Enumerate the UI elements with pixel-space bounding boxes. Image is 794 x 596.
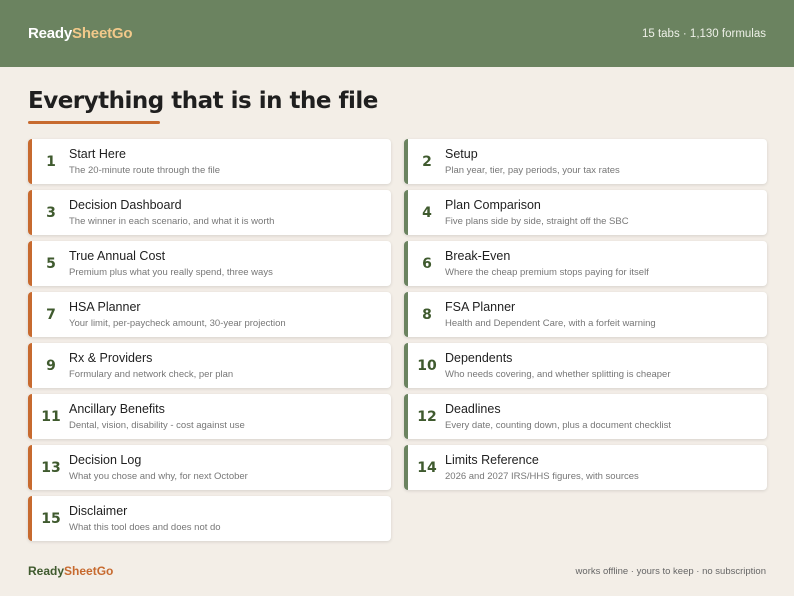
tab-card-rx-providers[interactable]: 9 Rx & Providers Formulary and network ch… xyxy=(28,343,391,388)
card-accent-bar xyxy=(28,445,32,490)
brand-logo-part1: Ready xyxy=(28,25,73,42)
card-accent-bar xyxy=(28,190,32,235)
tab-number: 10 xyxy=(417,357,437,374)
brand-logo-part2: SheetGo xyxy=(72,25,133,42)
card-accent-bar xyxy=(404,241,408,286)
tab-number: 2 xyxy=(422,153,432,170)
tab-description: What you chose and why, for next October xyxy=(69,471,248,482)
tab-name: Deadlines xyxy=(445,402,501,416)
card-accent-bar xyxy=(404,394,408,439)
tab-description: Formulary and network check, per plan xyxy=(69,369,234,380)
tab-name: FSA Planner xyxy=(445,300,516,314)
tab-name: Limits Reference xyxy=(445,453,539,467)
tab-card-decision-log[interactable]: 13 Decision Log What you chose and why, f… xyxy=(28,445,391,490)
tab-description: Premium plus what you really spend, thre… xyxy=(69,267,273,278)
tab-name: Ancillary Benefits xyxy=(69,402,165,416)
card-accent-bar xyxy=(28,343,32,388)
tab-card-start-here[interactable]: 1 Start Here The 20-minute route through … xyxy=(28,139,391,184)
tab-number: 8 xyxy=(422,306,432,323)
tab-description: The 20-minute route through the file xyxy=(69,165,221,176)
tab-card-dependents[interactable]: 10 Dependents Who needs covering, and whe… xyxy=(404,343,767,388)
tab-card-decision-dashboard[interactable]: 3 Decision Dashboard The winner in each s… xyxy=(28,190,391,235)
tab-description: 2026 and 2027 IRS/HHS figures, with sour… xyxy=(445,471,639,482)
tab-name: True Annual Cost xyxy=(69,249,166,263)
tab-name: Setup xyxy=(445,147,478,161)
page-title: Everything that is in the file xyxy=(28,88,378,114)
tab-description: Who needs covering, and whether splittin… xyxy=(445,369,671,380)
card-accent-bar xyxy=(404,343,408,388)
brand-logo: ReadySheetGo xyxy=(28,25,133,42)
tab-card-deadlines[interactable]: 12 Deadlines Every date, counting down, p… xyxy=(404,394,767,439)
tab-card-true-annual-cost[interactable]: 5 True Annual Cost Premium plus what you … xyxy=(28,241,391,286)
tab-number: 6 xyxy=(422,255,432,272)
tab-description: The winner in each scenario, and what it… xyxy=(69,216,275,227)
tab-name: HSA Planner xyxy=(69,300,141,314)
top-bar: ReadySheetGo 15 tabs · 1,130 formulas xyxy=(0,0,794,67)
tab-number: 1 xyxy=(46,153,56,170)
tab-card-disclaimer[interactable]: 15 Disclaimer What this tool does and doe… xyxy=(28,496,391,541)
tab-number: 15 xyxy=(41,510,61,527)
tab-description: Five plans side by side, straight off th… xyxy=(445,216,629,227)
tab-description: Where the cheap premium stops paying for… xyxy=(445,267,649,278)
tab-description: Every date, counting down, plus a docume… xyxy=(445,420,672,431)
tab-name: Start Here xyxy=(69,147,126,161)
tab-name: Dependents xyxy=(445,351,513,365)
footer-brand-logo: ReadySheetGo xyxy=(28,564,113,578)
file-stats: 15 tabs · 1,130 formulas xyxy=(641,27,766,40)
tab-card-limits-reference[interactable]: 14 Limits Reference 2026 and 2027 IRS/HHS… xyxy=(404,445,767,490)
tab-number: 4 xyxy=(422,204,432,221)
card-accent-bar xyxy=(28,394,32,439)
tab-name: Plan Comparison xyxy=(445,198,541,212)
tab-number: 5 xyxy=(46,255,56,272)
card-accent-bar xyxy=(28,292,32,337)
tab-card-fsa-planner[interactable]: 8 FSA Planner Health and Dependent Care, … xyxy=(404,292,767,337)
tab-number: 11 xyxy=(41,408,61,425)
card-accent-bar xyxy=(28,139,32,184)
footer-note: works offline · yours to keep · no subsc… xyxy=(575,566,766,577)
card-accent-bar xyxy=(404,139,408,184)
tab-number: 12 xyxy=(417,408,437,425)
footer-brand-part2: SheetGo xyxy=(64,564,114,578)
tab-name: Break-Even xyxy=(445,249,511,263)
tab-description: Health and Dependent Care, with a forfei… xyxy=(445,318,656,329)
tab-card-ancillary-benefits[interactable]: 11 Ancillary Benefits Dental, vision, dis… xyxy=(28,394,391,439)
tab-card-plan-comparison[interactable]: 4 Plan Comparison Five plans side by side… xyxy=(404,190,767,235)
title-underline xyxy=(28,121,160,124)
tab-number: 3 xyxy=(46,204,56,221)
card-accent-bar xyxy=(404,190,408,235)
tab-card-hsa-planner[interactable]: 7 HSA Planner Your limit, per-paycheck am… xyxy=(28,292,391,337)
card-accent-bar xyxy=(404,445,408,490)
tab-number: 9 xyxy=(46,357,56,374)
tab-name: Decision Log xyxy=(69,453,142,467)
tab-description: Plan year, tier, pay periods, your tax r… xyxy=(445,165,620,176)
card-accent-bar xyxy=(28,496,32,541)
card-accent-bar xyxy=(28,241,32,286)
footer-brand-part1: Ready xyxy=(28,564,65,578)
tab-name: Decision Dashboard xyxy=(69,198,182,212)
tab-number: 7 xyxy=(46,306,56,323)
tab-name: Rx & Providers xyxy=(69,351,153,365)
tab-number: 13 xyxy=(41,459,61,476)
tab-card-setup[interactable]: 2 Setup Plan year, tier, pay periods, you… xyxy=(404,139,767,184)
card-accent-bar xyxy=(404,292,408,337)
tab-description: What this tool does and does not do xyxy=(69,522,221,533)
tab-description: Dental, vision, disability - cost agains… xyxy=(69,420,245,431)
tab-description: Your limit, per-paycheck amount, 30-year… xyxy=(69,318,286,329)
tab-card-break-even[interactable]: 6 Break-Even Where the cheap premium stop… xyxy=(404,241,767,286)
tab-name: Disclaimer xyxy=(69,504,128,518)
tab-number: 14 xyxy=(417,459,437,476)
